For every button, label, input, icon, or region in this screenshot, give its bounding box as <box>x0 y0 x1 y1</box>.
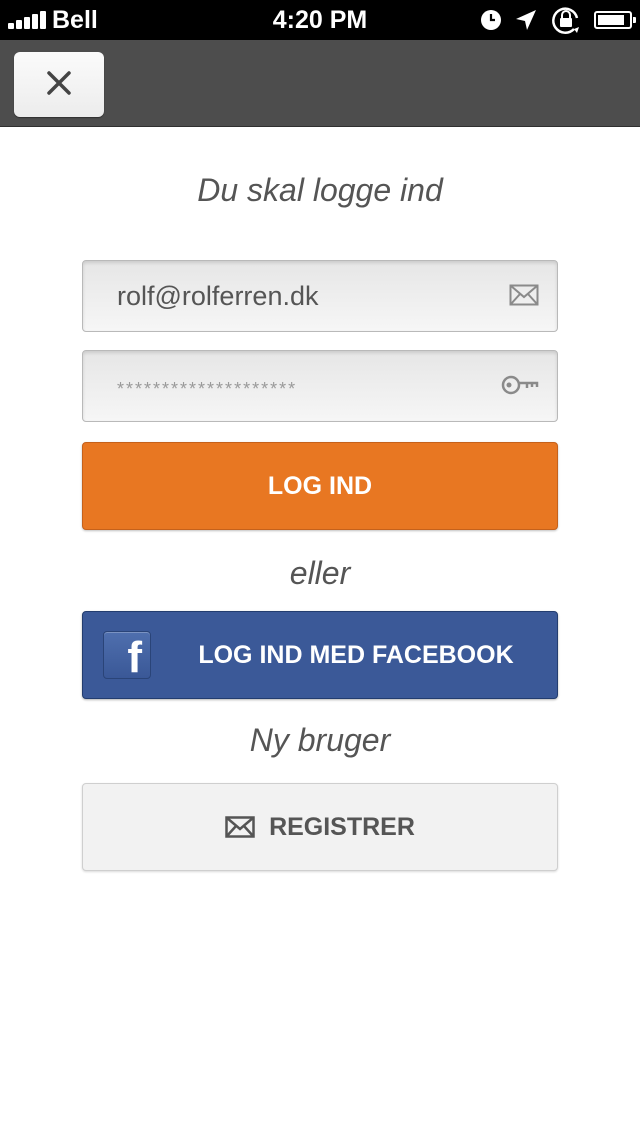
login-heading: Du skal logge ind <box>197 172 443 208</box>
password-input[interactable] <box>83 351 483 421</box>
envelope-icon <box>509 284 539 306</box>
login-button[interactable]: LOG IND <box>82 442 558 530</box>
register-button[interactable]: REGISTRER <box>82 783 558 871</box>
password-field[interactable] <box>82 350 558 422</box>
register-label: REGISTRER <box>269 812 415 841</box>
close-button[interactable] <box>14 52 104 117</box>
facebook-icon: f <box>103 631 151 682</box>
clock-icon <box>481 10 501 30</box>
new-user-text: Ny bruger <box>249 722 391 758</box>
key-icon <box>501 375 539 395</box>
or-text: eller <box>289 555 351 591</box>
nav-bar <box>0 40 640 127</box>
close-icon <box>47 71 71 95</box>
battery-icon <box>594 11 636 29</box>
email-input[interactable] <box>83 261 483 331</box>
status-bar: Bell 4:20 PM <box>0 0 640 40</box>
status-icons <box>480 6 636 34</box>
rotation-lock-icon <box>552 7 579 34</box>
battery-level <box>598 15 624 25</box>
location-arrow-icon <box>516 10 536 30</box>
facebook-login-label: LOG IND MED FACEBOOK <box>198 641 514 669</box>
envelope-icon <box>225 816 255 838</box>
email-field[interactable] <box>82 260 558 332</box>
facebook-login-button[interactable]: f LOG IND MED FACEBOOK <box>82 611 558 699</box>
